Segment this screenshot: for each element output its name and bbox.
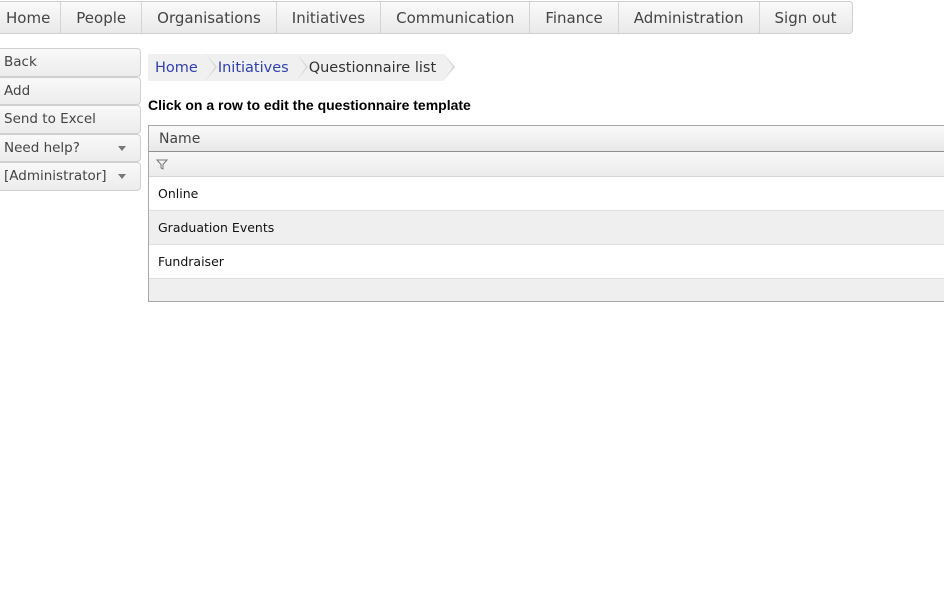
breadcrumb-initiatives[interactable]: Initiatives bbox=[205, 54, 308, 81]
filter-icon[interactable] bbox=[156, 159, 168, 170]
table-row[interactable]: Fundraiser bbox=[149, 245, 944, 279]
nav-administration[interactable]: Administration bbox=[619, 2, 760, 33]
administrator-label: [Administrator] bbox=[4, 168, 107, 185]
back-button-label: Back bbox=[4, 54, 37, 71]
add-button-label: Add bbox=[4, 82, 31, 99]
need-help-dropdown[interactable]: Need help? bbox=[0, 133, 141, 162]
nav-finance[interactable]: Finance bbox=[530, 2, 619, 33]
breadcrumb-questionnaire-list: Questionnaire list bbox=[296, 54, 456, 81]
breadcrumb: Home Initiatives Questionnaire list bbox=[148, 54, 456, 81]
caret-down-icon bbox=[118, 174, 126, 179]
row-name-cell: Online bbox=[158, 186, 199, 201]
breadcrumb-home[interactable]: Home bbox=[148, 54, 217, 81]
caret-down-icon bbox=[118, 145, 126, 151]
questionnaire-grid: Name Online Graduation Events Fundraiser bbox=[148, 125, 944, 302]
add-button[interactable]: Add bbox=[0, 76, 141, 105]
nav-people[interactable]: People bbox=[61, 2, 143, 33]
send-to-excel-button[interactable]: Send to Excel bbox=[0, 105, 141, 134]
nav-sign-out[interactable]: Sign out bbox=[760, 2, 852, 33]
nav-home[interactable]: Home bbox=[0, 2, 62, 33]
administrator-dropdown[interactable]: [Administrator] bbox=[0, 162, 141, 191]
row-name-cell: Fundraiser bbox=[158, 254, 224, 269]
nav-communication[interactable]: Communication bbox=[381, 2, 531, 33]
column-header-name[interactable]: Name bbox=[149, 126, 944, 152]
filter-row bbox=[149, 152, 944, 177]
column-header-label: Name bbox=[159, 130, 201, 147]
table-row[interactable]: Online bbox=[149, 177, 944, 211]
table-row[interactable]: Graduation Events bbox=[149, 211, 944, 245]
row-name-cell: Graduation Events bbox=[158, 220, 275, 235]
send-to-excel-label: Send to Excel bbox=[4, 111, 96, 128]
need-help-label: Need help? bbox=[4, 139, 80, 156]
back-button[interactable]: Back bbox=[0, 48, 141, 77]
nav-initiatives[interactable]: Initiatives bbox=[277, 2, 382, 33]
nav-organisations[interactable]: Organisations bbox=[142, 2, 277, 33]
sidebar: Back Add Send to Excel Need help? [Admin… bbox=[0, 48, 141, 191]
top-navigation: Home People Organisations Initiatives Co… bbox=[0, 1, 853, 34]
page-instruction: Click on a row to edit the questionnaire… bbox=[148, 97, 471, 113]
